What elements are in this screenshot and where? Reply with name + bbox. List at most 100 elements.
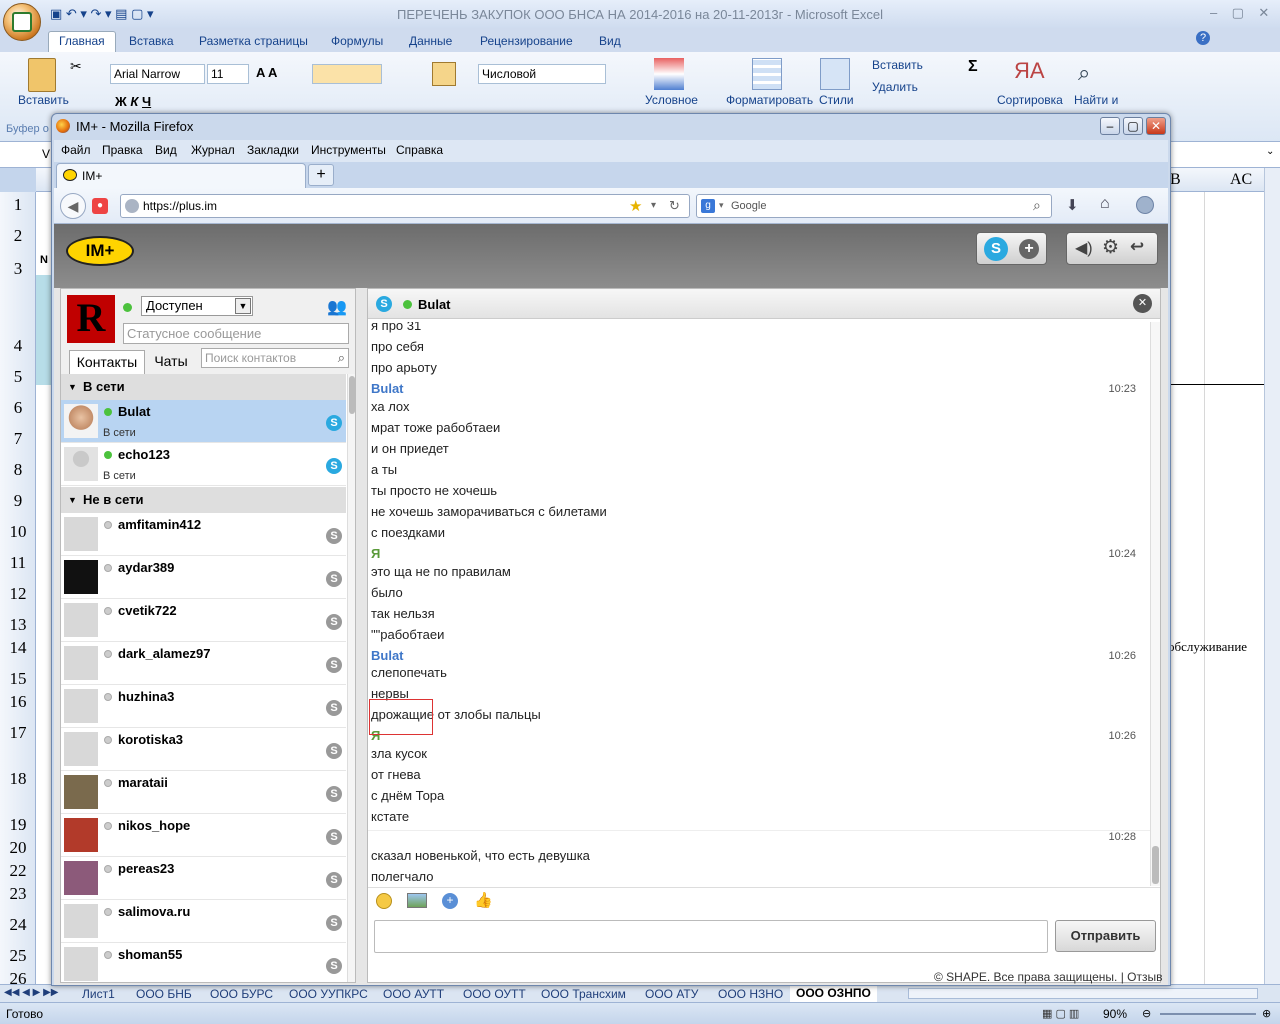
number-format-box[interactable]: Числовой: [478, 64, 606, 84]
new-tab-button[interactable]: +: [308, 164, 334, 186]
add-icon[interactable]: +: [442, 893, 458, 909]
row-header[interactable]: 6: [0, 398, 36, 418]
sum-icon[interactable]: Σ: [968, 58, 978, 76]
sheet-tab[interactable]: ООО ОУТТ: [463, 987, 526, 1001]
paste-label[interactable]: Вставить: [18, 93, 69, 107]
row-header[interactable]: 17: [0, 723, 36, 743]
menu-help[interactable]: Справка: [396, 143, 443, 157]
download-icon[interactable]: ⬇: [1066, 196, 1079, 214]
sheet-tab[interactable]: ООО УУПКРС: [289, 987, 368, 1001]
add-account-icon[interactable]: +: [1019, 239, 1039, 259]
styles-label[interactable]: Стили: [819, 93, 854, 107]
grow-font-icon[interactable]: A A: [256, 65, 277, 80]
find-label[interactable]: Найти и: [1074, 93, 1118, 107]
url-dropdown-icon[interactable]: ▾: [651, 200, 656, 211]
contact-item[interactable]: amfitamin412 S: [61, 513, 346, 556]
row-header[interactable]: 16: [0, 692, 36, 712]
contact-item[interactable]: shoman55 S: [61, 943, 346, 982]
excel-vertical-scrollbar[interactable]: [1264, 168, 1280, 984]
sort-icon[interactable]: ЯА: [1014, 58, 1045, 84]
conditional-label[interactable]: Условное: [645, 93, 698, 107]
contact-item[interactable]: echo123 В сети S: [61, 443, 346, 486]
engine-dropdown-icon[interactable]: ▾: [719, 200, 724, 211]
wrap-text-icon[interactable]: [432, 62, 456, 86]
menu-file[interactable]: Файл: [61, 143, 91, 157]
scrollbar-thumb[interactable]: [1152, 846, 1159, 884]
image-icon[interactable]: [407, 893, 427, 908]
chat-scrollbar[interactable]: [1150, 322, 1160, 886]
menu-edit[interactable]: Правка: [102, 143, 143, 157]
contact-item[interactable]: huzhina3 S: [61, 685, 346, 728]
sheet-tab[interactable]: ООО БУРС: [210, 987, 273, 1001]
find-icon[interactable]: ⌕: [1078, 60, 1090, 86]
row-header[interactable]: 19: [0, 815, 36, 835]
row-header[interactable]: 13: [0, 615, 36, 635]
row-header[interactable]: 18: [0, 769, 36, 789]
font-name-box[interactable]: Arial Narrow: [110, 64, 205, 84]
quick-access-toolbar[interactable]: ▣ ↶ ▾ ↷ ▾ ▤ ▢ ▾: [50, 6, 154, 22]
row-header[interactable]: 4: [0, 336, 36, 356]
addon-icon[interactable]: ●: [92, 198, 108, 214]
zoom-slider[interactable]: [1160, 1013, 1256, 1015]
font-size-box[interactable]: 11: [207, 64, 249, 84]
home-icon[interactable]: ⌂: [1100, 195, 1110, 213]
sheet-tab[interactable]: Лист1: [82, 987, 115, 1001]
sound-icon[interactable]: ◀): [1075, 238, 1093, 258]
align-buttons[interactable]: [312, 64, 382, 84]
smiley-icon[interactable]: [376, 893, 392, 909]
zoom-out-icon[interactable]: ⊖: [1142, 1007, 1151, 1020]
row-header[interactable]: 10: [0, 522, 36, 542]
sort-label[interactable]: Сортировка: [997, 93, 1063, 107]
excel-window-controls[interactable]: – ▢ ✕: [1210, 5, 1269, 21]
format-as-label[interactable]: Форматировать: [726, 93, 813, 107]
cut-icon[interactable]: ✂: [70, 58, 82, 75]
sheet-tab[interactable]: ООО Трансхим: [541, 987, 626, 1001]
tab-chats[interactable]: Чаты: [151, 350, 191, 374]
tab-contacts[interactable]: Контакты: [69, 350, 145, 374]
insert-cells-label[interactable]: Вставить: [872, 58, 923, 72]
ribbon-tab-insert[interactable]: Вставка: [119, 32, 184, 52]
select-all-corner[interactable]: [0, 168, 36, 192]
maximize-button[interactable]: ▢: [1123, 117, 1143, 135]
menu-view[interactable]: Вид: [155, 143, 177, 157]
group-offline[interactable]: Не в сети ▼: [61, 487, 346, 513]
row-header[interactable]: 23: [0, 884, 36, 904]
paste-icon[interactable]: [28, 58, 56, 92]
message-input[interactable]: [374, 920, 1048, 953]
sheet-tab[interactable]: ООО АТУ: [645, 987, 698, 1001]
sheet-tab[interactable]: ООО АУТТ: [383, 987, 444, 1001]
sheet-tab[interactable]: ООО НЗНО: [718, 987, 783, 1001]
google-icon[interactable]: g: [701, 199, 715, 213]
bookmark-star-icon[interactable]: ★: [629, 197, 642, 215]
row-header[interactable]: 5: [0, 367, 36, 387]
contact-item[interactable]: dark_alamez97 S: [61, 642, 346, 685]
menu-history[interactable]: Журнал: [191, 143, 235, 157]
add-contact-icon[interactable]: 👥: [327, 297, 347, 317]
ribbon-tab-data[interactable]: Данные: [399, 32, 462, 52]
scrollbar-thumb[interactable]: [349, 376, 355, 414]
chevron-down-icon[interactable]: ▼: [235, 298, 251, 314]
row-header[interactable]: 24: [0, 915, 36, 935]
row-header[interactable]: 20: [0, 838, 36, 858]
contact-search-input[interactable]: Поиск контактов ⌕: [201, 348, 349, 368]
view-buttons[interactable]: ▦ ▢ ▥: [1042, 1007, 1079, 1020]
contact-item[interactable]: pereas23 S: [61, 857, 346, 900]
contact-item[interactable]: cvetik722 S: [61, 599, 346, 642]
ribbon-tab-home[interactable]: Главная: [48, 31, 116, 53]
reload-icon[interactable]: ↻: [669, 198, 680, 214]
close-chat-icon[interactable]: ✕: [1133, 294, 1152, 313]
logout-icon[interactable]: ↩: [1130, 237, 1144, 257]
row-header[interactable]: 15: [0, 669, 36, 689]
row-header[interactable]: 25: [0, 946, 36, 966]
format-table-icon[interactable]: [752, 58, 782, 90]
contact-item[interactable]: nikos_hope S: [61, 814, 346, 857]
name-box[interactable]: V: [42, 147, 50, 161]
ribbon-tab-layout[interactable]: Разметка страницы: [189, 32, 318, 52]
row-header[interactable]: 7: [0, 429, 36, 449]
row-header[interactable]: 8: [0, 460, 36, 480]
row-header[interactable]: 3: [0, 259, 36, 279]
row-header[interactable]: 22: [0, 861, 36, 881]
sync-icon[interactable]: [1136, 196, 1154, 214]
ribbon-tab-review[interactable]: Рецензирование: [470, 32, 583, 52]
browser-tab[interactable]: IM+: [56, 163, 306, 188]
